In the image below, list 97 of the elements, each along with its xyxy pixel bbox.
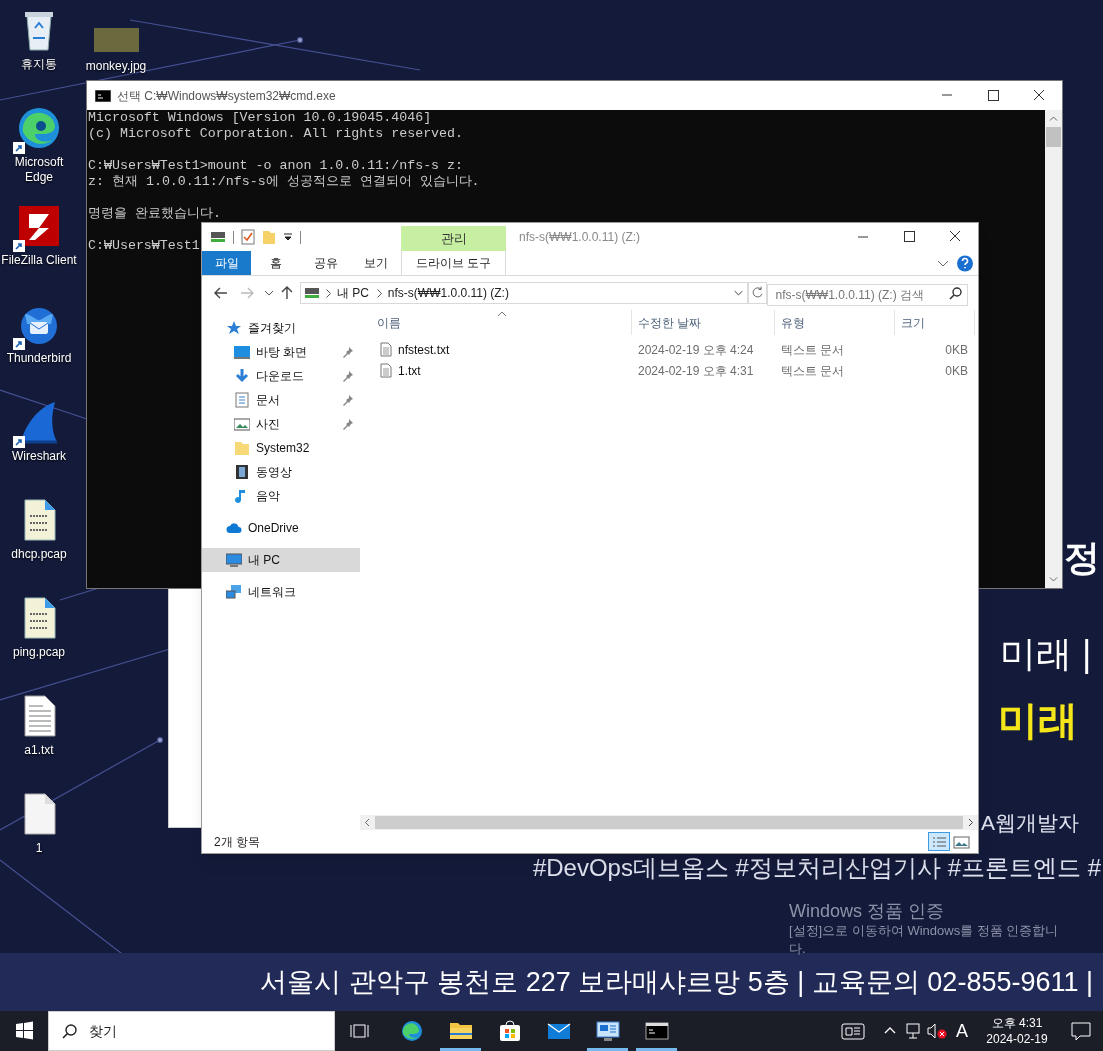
scroll-down-icon xyxy=(1049,577,1058,582)
photo-placeholder[interactable] xyxy=(93,28,139,52)
folder-icon xyxy=(234,440,250,456)
star-icon xyxy=(226,320,242,336)
nav-item[interactable]: 사진 xyxy=(202,412,360,436)
desktop-icon-label[interactable]: monkey.jpg xyxy=(85,57,147,75)
input-language-indicator[interactable]: A xyxy=(949,1011,975,1051)
window-title: nfs-s(₩₩1.0.0.11) (Z:) xyxy=(519,229,642,246)
terminal-line: 명령을 완료했습니다. xyxy=(88,206,221,222)
desktop-icon-label[interactable]: Microsoft Edge xyxy=(1,155,77,185)
text-file-icon xyxy=(380,342,392,357)
desktop-icon-label[interactable]: ping.pcap xyxy=(1,645,77,660)
nav-item[interactable]: 바탕 화면 xyxy=(202,340,360,364)
terminal-line: (c) Microsoft Corporation. All rights reserved. xyxy=(88,126,464,142)
ribbon-tab[interactable]: 공유 xyxy=(301,251,351,275)
nav-item[interactable]: 문서 xyxy=(202,388,360,412)
ribbon-tab[interactable]: 홈 xyxy=(251,251,301,275)
table-cell-text: 텍스트 문서 xyxy=(780,341,846,359)
desktop-icon-label[interactable]: a1.txt xyxy=(1,743,77,758)
search-icon xyxy=(62,1023,78,1039)
table-cell-text: 텍스트 문서 xyxy=(780,362,846,380)
desktop-icon-label[interactable]: Wireshark xyxy=(1,449,77,464)
network-icon xyxy=(226,584,242,600)
terminal-line: z: 현재 1.0.0.11:/nfs-s에 성공적으로 연결되어 있습니다. xyxy=(88,174,480,190)
nav-item[interactable]: OneDrive xyxy=(202,516,360,540)
terminal-line: Microsoft Windows [Version 10.0.19045.4046] xyxy=(88,110,432,126)
file-name[interactable]: 1.txt xyxy=(398,361,421,380)
computer-icon xyxy=(226,552,242,568)
document-icon xyxy=(234,392,250,408)
drive-icon xyxy=(303,286,320,300)
column-header[interactable]: 유형 xyxy=(775,310,895,335)
terminal-line: C:₩Users₩Test1>mount -o anon 1.0.0.11:/nfs-s z: xyxy=(88,158,464,174)
nav-item[interactable]: System32 xyxy=(202,436,360,460)
down-arrow-icon xyxy=(234,368,250,384)
desktop-icon-label[interactable]: 휴지통 xyxy=(1,57,77,72)
status-text: 2개 항목 xyxy=(214,833,261,851)
desktop-icon-label[interactable]: dhcp.pcap xyxy=(1,547,77,562)
chevron-icon xyxy=(376,288,382,298)
nav-item[interactable]: 즐겨찾기 xyxy=(202,316,360,340)
terminal-icon xyxy=(644,1019,669,1043)
table-cell-text: 2024-02-19 오후 4:31 xyxy=(637,362,755,380)
text-file-icon xyxy=(380,363,392,378)
refresh-icon[interactable] xyxy=(748,282,767,304)
remote-desktop-icon xyxy=(595,1019,620,1043)
nav-item[interactable]: 음악 xyxy=(202,484,360,508)
activation-title: Windows 정품 인증 xyxy=(789,900,946,922)
clock[interactable]: 오후 4:31 2024-02-19 xyxy=(975,1011,1059,1051)
film-icon xyxy=(234,464,250,480)
search-field[interactable]: nfs-s(₩₩1.0.0.11) (Z:) 검색 xyxy=(766,284,968,306)
ribbon-tab[interactable]: 드라이브 도구 xyxy=(401,251,506,275)
scrollbar-thumb[interactable] xyxy=(375,816,963,829)
breadcrumb[interactable]: 내 PC xyxy=(336,284,369,302)
column-header[interactable]: 이름 xyxy=(360,310,632,335)
dropdown-icon[interactable] xyxy=(283,232,293,242)
cloud-icon xyxy=(226,520,242,536)
window-title: 선택 C:₩Windows₩system32₩cmd.exe xyxy=(117,87,337,105)
nav-item[interactable]: 네트워크 xyxy=(202,580,360,604)
scrollbar[interactable] xyxy=(360,815,978,830)
banner-text: 서울시 관악구 봉천로 227 보라매샤르망 5층 | 교육문의 02-855-9611 | xyxy=(260,965,1093,999)
terminal-icon xyxy=(95,89,111,102)
wallpaper-text: #DevOps데브옵스 #정보처리산업기사 #프론트엔드 # xyxy=(532,856,1101,880)
column-header[interactable]: 수정한 날짜 xyxy=(632,310,775,335)
nav-item[interactable]: 내 PC xyxy=(202,548,360,572)
drive-icon[interactable] xyxy=(210,230,226,244)
nav-item[interactable]: 동영상 xyxy=(202,460,360,484)
desktop-icon-label[interactable]: 1 xyxy=(1,841,77,856)
file-name[interactable]: nfstest.txt xyxy=(398,340,450,359)
browser-icon xyxy=(399,1019,424,1043)
breadcrumb[interactable]: nfs-s(₩₩1.0.0.11) (Z:) xyxy=(387,284,509,302)
table-cell-text: 0KB xyxy=(944,362,968,380)
table-cell-text: 2024-02-19 오후 4:24 xyxy=(637,341,755,359)
ribbon-tab[interactable]: 보기 xyxy=(351,251,401,275)
wallpaper-text: A웹개발자 xyxy=(981,812,1079,833)
wallpaper-text: 미래 xyxy=(998,700,1078,740)
context-tab-header: 관리 xyxy=(401,226,506,251)
column-header[interactable]: 크기 xyxy=(895,310,975,335)
terminal-line: C:₩Users₩Test1 xyxy=(88,238,200,254)
nav-item[interactable]: 다운로드 xyxy=(202,364,360,388)
scrollbar[interactable] xyxy=(1045,110,1062,588)
chevron-icon xyxy=(325,288,331,298)
wallpaper-text: 미래 | xyxy=(1000,636,1092,672)
search-icon xyxy=(949,286,963,300)
sort-caret-icon xyxy=(497,311,507,317)
picture-icon xyxy=(234,416,250,432)
desktop-icon-label[interactable]: Thunderbird xyxy=(1,351,77,366)
wallpaper-text: 정 xyxy=(1064,540,1100,576)
search-field[interactable]: 찾기 xyxy=(48,1011,335,1051)
ribbon-tab[interactable]: 파일 xyxy=(202,251,251,275)
shopping-bag-icon xyxy=(497,1019,522,1043)
scroll-up-icon xyxy=(1049,116,1058,121)
monitor-icon xyxy=(234,344,250,360)
checklist-icon[interactable] xyxy=(241,229,255,245)
address-bar[interactable]: 내 PC nfs-s(₩₩1.0.0.11) (Z:) xyxy=(299,282,749,304)
scrollbar-thumb[interactable] xyxy=(1046,127,1061,147)
desktop-icon-label[interactable]: FileZilla Client xyxy=(1,253,77,268)
activation-text: [설정]으로 이동하여 Windows를 정품 인증합니다. xyxy=(789,922,1060,958)
table-cell-text: 0KB xyxy=(944,341,968,359)
